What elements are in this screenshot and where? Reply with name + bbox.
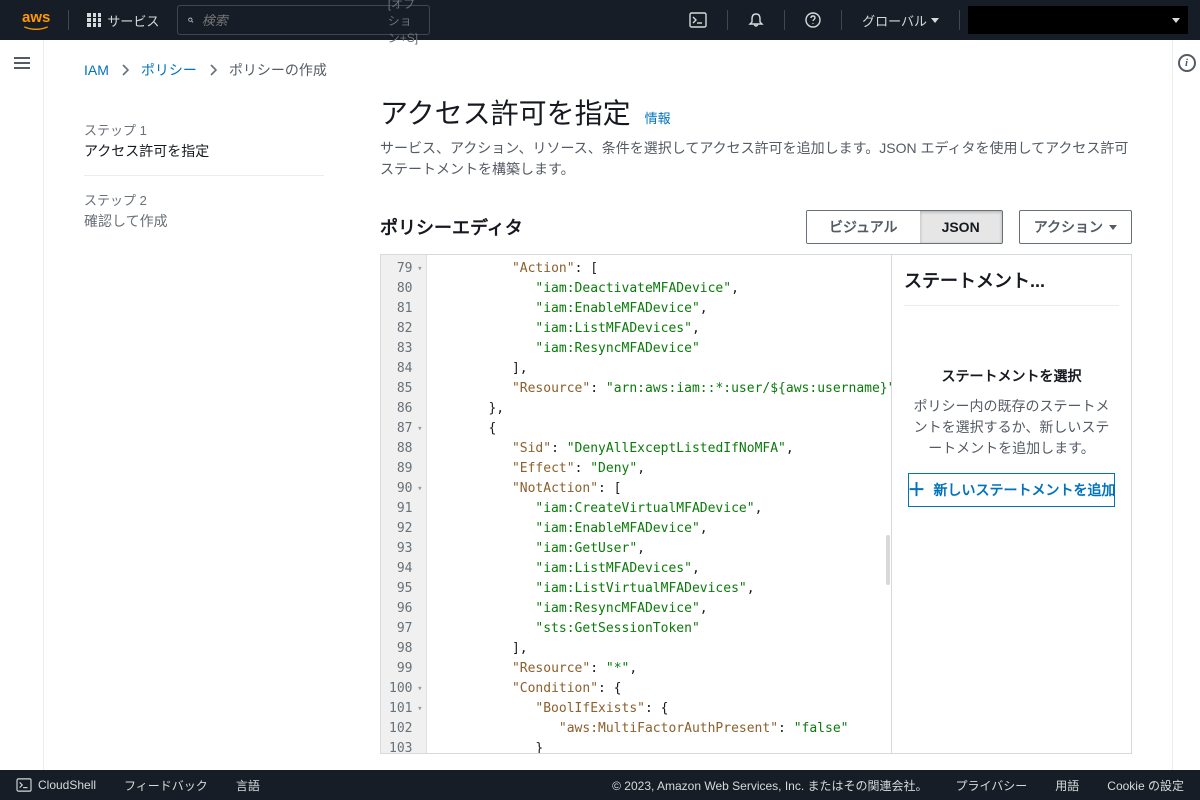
info-icon[interactable]: i bbox=[1178, 54, 1196, 72]
crumb-iam[interactable]: IAM bbox=[84, 62, 109, 78]
footer: CloudShell フィードバック 言語 © 2023, Amazon Web… bbox=[0, 770, 1200, 800]
search-shortcut: [オプション+S] bbox=[388, 0, 419, 46]
add-statement-button[interactable]: ＋ 新しいステートメントを追加 bbox=[908, 473, 1115, 507]
actions-dropdown[interactable]: アクション bbox=[1019, 210, 1132, 244]
line-gutter: 79▾8081828384858687▾888990▾9192939495969… bbox=[381, 255, 427, 753]
divider bbox=[727, 10, 728, 30]
left-rail bbox=[0, 40, 44, 770]
cloudshell-link[interactable]: CloudShell bbox=[16, 778, 96, 792]
notifications-icon[interactable] bbox=[736, 12, 776, 28]
step1-label: ステップ 1 bbox=[84, 106, 324, 139]
step2-label: ステップ 2 bbox=[84, 176, 324, 209]
page-description: サービス、アクション、リソース、条件を選択してアクセス許可を追加します。JSON… bbox=[380, 132, 1132, 180]
chevron-right-icon bbox=[209, 64, 217, 76]
json-editor[interactable]: 79▾8081828384858687▾888990▾9192939495969… bbox=[381, 255, 891, 753]
visual-mode-button[interactable]: ビジュアル bbox=[807, 211, 920, 243]
statement-empty-heading: ステートメントを選択 bbox=[908, 366, 1115, 386]
chevron-down-icon bbox=[931, 18, 939, 23]
statement-empty-text: ポリシー内の既存のステートメントを選択するか、新しいステートメントを追加します。 bbox=[908, 386, 1115, 459]
account-menu[interactable] bbox=[968, 6, 1188, 34]
wizard-steps: ステップ 1 アクセス許可を指定 ステップ 2 確認して作成 bbox=[84, 88, 324, 754]
page-title: アクセス許可を指定 bbox=[380, 92, 631, 132]
hamburger-icon[interactable] bbox=[14, 54, 30, 770]
region-selector[interactable]: グローバル bbox=[850, 11, 951, 30]
divider bbox=[68, 10, 69, 30]
statement-panel: ステートメント... ステートメントを選択 ポリシー内の既存のステートメントを選… bbox=[891, 255, 1131, 753]
editor-mode-toggle: ビジュアル JSON bbox=[806, 210, 1003, 244]
plus-icon: ＋ bbox=[908, 481, 926, 499]
services-menu[interactable]: サービス bbox=[77, 11, 169, 30]
cookies-link[interactable]: Cookie の設定 bbox=[1107, 777, 1184, 794]
breadcrumb: IAM ポリシー ポリシーの作成 bbox=[44, 40, 1172, 88]
crumb-current: ポリシーの作成 bbox=[229, 60, 327, 80]
editor-title: ポリシーエディタ bbox=[380, 214, 523, 240]
divider bbox=[959, 10, 960, 30]
scrollbar-thumb[interactable] bbox=[886, 535, 890, 585]
cloudshell-icon[interactable] bbox=[677, 12, 719, 28]
aws-logo[interactable]: aws bbox=[12, 9, 60, 31]
right-rail: i bbox=[1172, 40, 1200, 770]
search-input[interactable] bbox=[194, 13, 388, 28]
chevron-down-icon bbox=[1109, 225, 1117, 230]
code-area[interactable]: "Action": [ "iam:DeactivateMFADevice", "… bbox=[427, 255, 891, 753]
chevron-down-icon bbox=[1172, 18, 1180, 23]
search-box[interactable]: [オプション+S] bbox=[177, 5, 430, 35]
statement-panel-title: ステートメント... bbox=[904, 267, 1119, 306]
top-nav: aws サービス [オプション+S] グローバル bbox=[0, 0, 1200, 40]
step1-title[interactable]: アクセス許可を指定 bbox=[84, 139, 324, 161]
chevron-right-icon bbox=[121, 64, 129, 76]
feedback-link[interactable]: フィードバック bbox=[124, 777, 208, 794]
help-icon[interactable] bbox=[793, 12, 833, 28]
divider bbox=[841, 10, 842, 30]
terms-link[interactable]: 用語 bbox=[1055, 777, 1079, 794]
divider bbox=[784, 10, 785, 30]
grid-icon bbox=[87, 13, 101, 27]
info-link[interactable]: 情報 bbox=[645, 108, 671, 127]
copyright: © 2023, Amazon Web Services, Inc. またはその関… bbox=[612, 777, 927, 794]
language-selector[interactable]: 言語 bbox=[236, 777, 260, 794]
step2-title: 確認して作成 bbox=[84, 209, 324, 231]
privacy-link[interactable]: プライバシー bbox=[956, 777, 1028, 794]
json-mode-button[interactable]: JSON bbox=[920, 211, 1002, 243]
crumb-policies[interactable]: ポリシー bbox=[141, 60, 197, 80]
